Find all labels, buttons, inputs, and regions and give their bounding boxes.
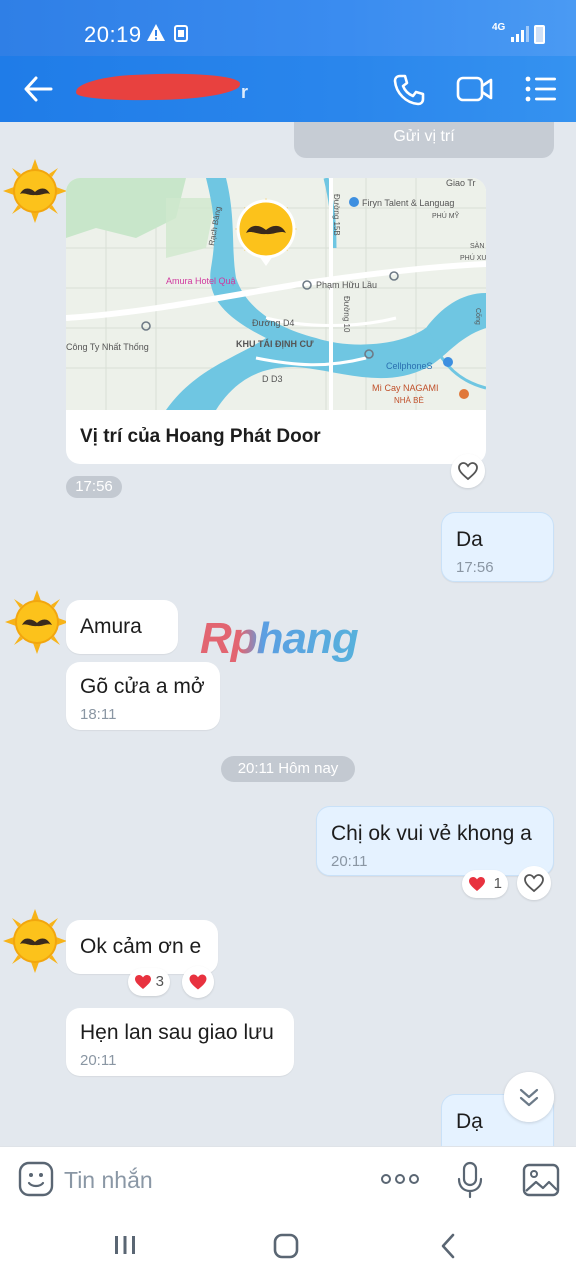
message-text: Hẹn lan sau giao lưu <box>80 1021 274 1044</box>
map-label-duong-d3: D D3 <box>262 374 283 384</box>
map-label-pham-huu-lau: Phạm Hữu Lầu <box>316 280 377 290</box>
phone-icon[interactable] <box>392 73 426 107</box>
contact-name-redacted[interactable]: r <box>75 70 248 106</box>
heart-filled-icon <box>135 975 151 989</box>
map-label-san: SÀN <box>470 241 484 250</box>
reaction-summary[interactable]: 1 <box>462 870 508 898</box>
map-label-cellphones: CellphoneS <box>386 361 433 371</box>
map-label-mi-cay: Mì Cay NAGAMI <box>372 383 439 393</box>
message-text: Da <box>456 528 483 551</box>
back-arrow-icon[interactable] <box>22 74 54 104</box>
message-input[interactable] <box>64 1163 364 1197</box>
more-dots-icon[interactable] <box>380 1169 420 1189</box>
map-label-firyn: Firyn Talent & Languag <box>362 198 454 208</box>
message-time: 20:11 <box>331 853 368 870</box>
message-composer <box>0 1146 576 1212</box>
contact-name-tail: r <box>240 82 248 102</box>
map-label-phu-my: PHÚ MỸ <box>432 211 460 220</box>
microphone-icon[interactable] <box>456 1161 484 1199</box>
message-text: Chị ok vui vẻ khong a <box>331 822 532 845</box>
message-time: 18:11 <box>80 706 117 723</box>
sim-icon <box>174 25 188 42</box>
sun-mustache-avatar[interactable] <box>2 908 68 974</box>
message-text: Ok cảm ơn e <box>80 935 202 958</box>
map-label-duong-10: Đường 10 <box>342 296 351 333</box>
message-bubble-mine[interactable]: Da 17:56 <box>441 512 554 582</box>
message-bubble-other[interactable]: Gõ cửa a mở 18:11 <box>66 662 220 730</box>
system-nav-bar <box>0 1212 576 1280</box>
location-card[interactable]: Amura Hotel Quậ Phạm Hữu Lầu Đường D4 KH… <box>66 178 486 464</box>
map-card-time: 17:56 <box>66 476 122 498</box>
image-icon[interactable] <box>522 1163 560 1197</box>
sticker-icon[interactable] <box>18 1161 54 1197</box>
map-label-khu-tai-dinh-cu: KHU TÁI ĐỊNH CƯ <box>236 339 314 349</box>
home-icon[interactable] <box>272 1232 300 1260</box>
message-text: Gõ cửa a mở <box>80 675 205 698</box>
map-label-giao-tr: Giao Tr <box>446 178 476 188</box>
map-label-phu-xu: PHÚ XU <box>460 253 486 262</box>
food-pin-icon <box>459 389 469 399</box>
map-label-cong: Cống <box>474 308 483 325</box>
message-bubble-other[interactable]: Amura <box>66 600 178 654</box>
location-card-title: Vị trí của Hoang Phát Door <box>80 426 321 447</box>
location-sent-label: Gửi vị trí <box>294 122 554 158</box>
map-label-amura: Amura Hotel Quậ <box>166 276 236 286</box>
chat-area[interactable]: Gửi vị trí Amura Hotel Quậ Phạm Hữu Lầu <box>0 122 576 1146</box>
shop-pin-icon <box>443 357 453 367</box>
reaction-count: 1 <box>493 875 502 892</box>
reaction-summary[interactable]: 3 <box>128 968 170 996</box>
map-label-duong-15b: Đường 15B <box>332 194 341 236</box>
map-label-duong-d4: Đường D4 <box>252 318 294 328</box>
sun-mustache-avatar[interactable] <box>2 158 68 224</box>
map-label-nha-be: NHÀ BÈ <box>394 396 424 405</box>
status-time: 20:19 <box>84 22 142 47</box>
list-menu-icon[interactable] <box>524 74 558 104</box>
chevron-double-down-icon[interactable] <box>504 1072 554 1122</box>
warning-icon <box>147 24 165 41</box>
recents-icon[interactable] <box>112 1234 138 1256</box>
heart-filled-icon[interactable] <box>182 966 214 998</box>
message-time: 20:11 <box>80 1052 117 1069</box>
signal-icon <box>511 26 529 42</box>
heart-filled-icon <box>469 877 485 891</box>
video-camera-icon[interactable] <box>456 74 494 104</box>
map-label-cong-ty: Công Ty Nhất Thống <box>66 342 149 352</box>
nav-back-icon[interactable] <box>436 1232 460 1260</box>
message-bubble-mine[interactable]: Chị ok vui vẻ khong a 20:11 <box>316 806 554 876</box>
battery-icon <box>534 25 545 44</box>
network-type: 4G <box>492 22 506 33</box>
chat-header: r <box>0 56 576 122</box>
watermark: Rphang <box>200 614 359 663</box>
heart-outline-icon[interactable] <box>451 454 485 488</box>
status-bar: 20:19 4G <box>0 0 576 56</box>
heart-outline-icon[interactable] <box>517 866 551 900</box>
redaction-mark <box>75 71 241 103</box>
message-time: 17:56 <box>456 559 494 576</box>
reaction-count: 3 <box>155 973 164 990</box>
school-pin-icon <box>349 197 359 207</box>
message-bubble-other[interactable]: Hẹn lan sau giao lưu 20:11 <box>66 1008 294 1076</box>
message-text: Amura <box>80 615 142 638</box>
map-preview[interactable]: Amura Hotel Quậ Phạm Hữu Lầu Đường D4 KH… <box>66 178 486 410</box>
date-divider: 20:11 Hôm nay <box>221 756 355 782</box>
sun-mustache-avatar[interactable] <box>4 589 70 655</box>
